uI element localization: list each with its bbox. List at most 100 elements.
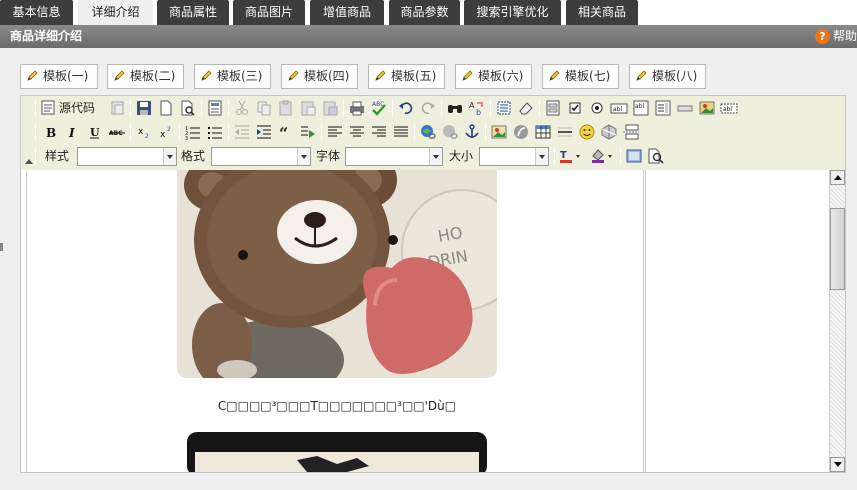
template-button-1[interactable]: 模板(一) — [20, 64, 98, 89]
smiley-icon[interactable] — [578, 123, 596, 141]
form-icon[interactable] — [544, 99, 562, 117]
paste-text-icon[interactable] — [299, 99, 317, 117]
blockquote-icon[interactable]: “ — [277, 123, 295, 143]
tab-product-attributes[interactable]: 商品属性 — [157, 0, 229, 25]
redo-icon[interactable] — [419, 99, 437, 117]
svg-text:x: x — [138, 127, 144, 137]
find-icon[interactable] — [446, 99, 464, 117]
toolbar-row-3: 样式 格式 字体 大小 T — [35, 145, 845, 167]
svg-text:B: B — [46, 126, 56, 140]
document-properties-icon[interactable] — [109, 99, 127, 117]
hidden-field-icon[interactable]: abl — [720, 99, 738, 117]
template-button-6[interactable]: 模板(六) — [455, 64, 532, 89]
cut-icon[interactable] — [233, 99, 251, 117]
pencil-icon — [114, 70, 125, 81]
tab-seo[interactable]: 搜索引擎优化 — [464, 0, 561, 25]
template-button-3[interactable]: 模板(三) — [194, 64, 271, 89]
anchor-icon[interactable] — [463, 123, 481, 141]
save-icon[interactable] — [135, 99, 153, 117]
template-label: 模板(八) — [652, 69, 698, 83]
undo-icon[interactable] — [397, 99, 415, 117]
select-all-icon[interactable] — [495, 99, 513, 117]
format-select[interactable] — [211, 147, 311, 166]
bullet-list-icon[interactable] — [206, 123, 224, 141]
text-color-icon[interactable]: T — [559, 147, 583, 165]
pencil-icon — [27, 70, 38, 81]
special-char-icon[interactable] — [600, 123, 618, 141]
radio-icon[interactable] — [588, 99, 606, 117]
tab-product-params[interactable]: 商品参数 — [389, 0, 460, 25]
textarea-icon[interactable]: abl — [632, 99, 650, 117]
tab-product-images[interactable]: 商品图片 — [233, 0, 305, 25]
copy-icon[interactable] — [255, 99, 273, 117]
source-code-label: 源代码 — [59, 101, 96, 115]
background-color-icon[interactable] — [591, 147, 615, 165]
zoom-preview-icon[interactable] — [647, 147, 665, 165]
numbered-list-icon[interactable]: 123 — [184, 123, 202, 142]
image-icon[interactable] — [490, 123, 508, 141]
image-button-icon[interactable] — [698, 99, 716, 117]
table-icon[interactable] — [534, 123, 552, 141]
svg-text:abl: abl — [635, 103, 644, 110]
replace-icon[interactable]: Ab — [468, 99, 486, 117]
template-button-4[interactable]: 模板(四) — [281, 64, 358, 89]
new-page-icon[interactable] — [157, 99, 175, 117]
scroll-down-icon[interactable] — [830, 457, 845, 472]
help-link[interactable]: ? 帮助 — [814, 28, 857, 45]
align-justify-icon[interactable] — [392, 123, 410, 141]
template-button-8[interactable]: 模板(八) — [629, 64, 706, 89]
outdent-icon[interactable] — [233, 123, 251, 141]
align-left-icon[interactable] — [326, 123, 344, 141]
page-break-icon[interactable] — [622, 123, 640, 141]
template-button-7[interactable]: 模板(七) — [542, 64, 619, 89]
maximize-icon[interactable] — [625, 147, 643, 165]
tab-related-products[interactable]: 相关商品 — [566, 0, 638, 25]
checkbox-icon[interactable] — [566, 99, 584, 117]
horizontal-rule-icon[interactable] — [556, 123, 574, 141]
collapse-toolbar-icon[interactable] — [25, 159, 33, 164]
editor-scrollbar[interactable] — [829, 170, 845, 472]
indent-icon[interactable] — [255, 123, 273, 141]
scroll-thumb[interactable] — [830, 208, 845, 290]
source-code-button[interactable]: 源代码 — [39, 99, 95, 117]
resize-handle — [0, 243, 3, 251]
bold-icon[interactable]: B — [42, 123, 60, 141]
remove-format-icon[interactable] — [517, 99, 535, 117]
font-select[interactable] — [345, 147, 443, 166]
tab-detail-description[interactable]: 详细介绍 — [78, 0, 153, 26]
paste-icon[interactable] — [277, 99, 295, 117]
flash-icon[interactable] — [512, 123, 530, 141]
strikethrough-icon[interactable]: ABC — [108, 123, 126, 141]
style-select[interactable] — [77, 147, 177, 166]
button-field-icon[interactable] — [676, 99, 694, 117]
templates-icon[interactable] — [206, 99, 224, 117]
svg-text:A: A — [469, 101, 475, 110]
svg-text:“: “ — [279, 124, 288, 141]
align-center-icon[interactable] — [348, 123, 366, 141]
template-label: 模板(三) — [217, 69, 263, 83]
font-label: 字体 — [316, 149, 341, 163]
subscript-icon[interactable]: x2 — [135, 123, 153, 141]
underline-icon[interactable]: U — [86, 123, 104, 141]
scroll-up-icon[interactable] — [830, 170, 845, 185]
paste-word-icon[interactable] — [321, 99, 339, 117]
link-icon[interactable] — [419, 123, 437, 141]
tab-basic-info[interactable]: 基本信息 — [0, 0, 73, 25]
print-icon[interactable] — [348, 99, 366, 117]
show-blocks-icon[interactable] — [299, 123, 317, 141]
template-button-2[interactable]: 模板(二) — [107, 64, 184, 89]
unlink-icon[interactable] — [441, 123, 459, 141]
superscript-icon[interactable]: x2 — [157, 123, 175, 141]
tab-value-added[interactable]: 增值商品 — [310, 0, 384, 25]
size-select[interactable] — [479, 147, 549, 166]
select-field-icon[interactable] — [654, 99, 672, 117]
text-field-icon[interactable]: abl — [610, 99, 628, 117]
template-button-5[interactable]: 模板(五) — [368, 64, 445, 89]
editor-document-area[interactable]: HO DRIN C□□□□³□□□T□□□□□□□³□□'Dù□ — [21, 170, 845, 472]
format-label: 格式 — [181, 149, 206, 163]
style-label: 样式 — [45, 149, 70, 163]
spellcheck-icon[interactable]: ABC — [370, 99, 388, 117]
italic-icon[interactable]: I — [64, 123, 82, 141]
align-right-icon[interactable] — [370, 123, 388, 141]
preview-icon[interactable] — [179, 99, 197, 117]
